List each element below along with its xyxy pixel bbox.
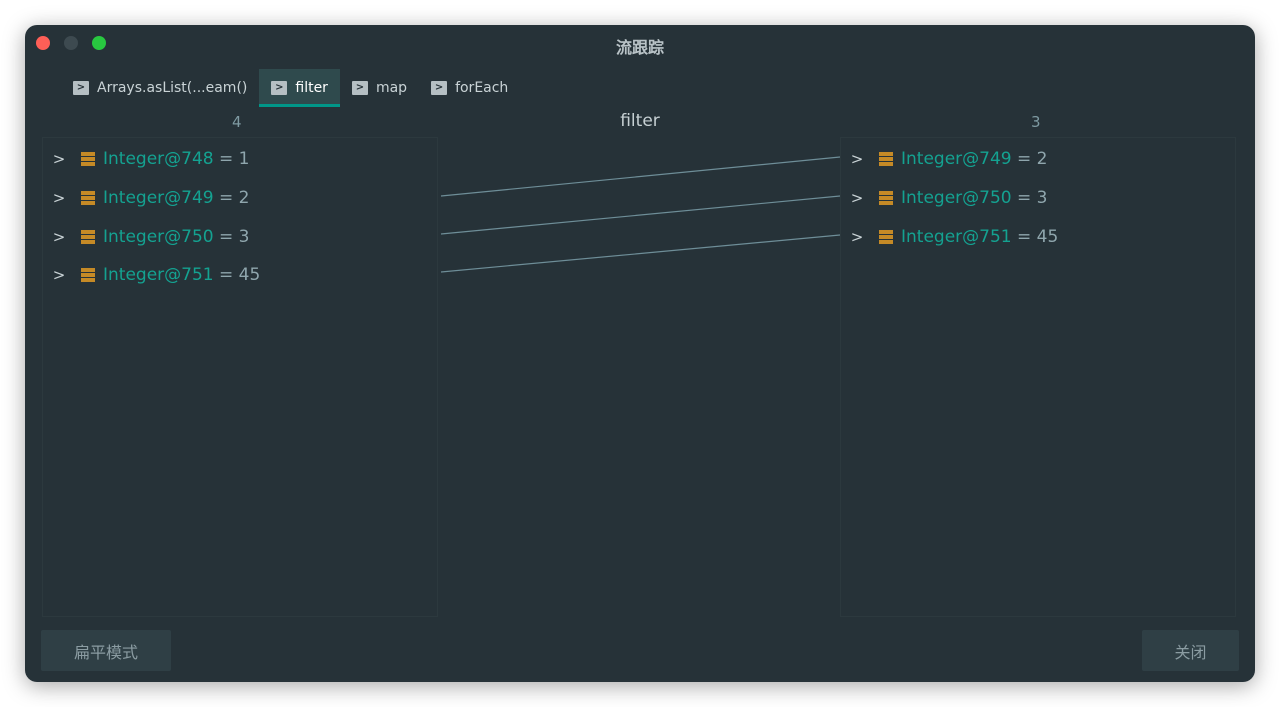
play-icon: > bbox=[351, 81, 368, 95]
mapping-line bbox=[440, 156, 841, 197]
item-name: Integer@751 bbox=[103, 265, 214, 285]
item-name: Integer@750 bbox=[103, 227, 214, 247]
tab-arrays-aslist[interactable]: > Arrays.asList(...eam() bbox=[61, 69, 259, 107]
input-values-panel: > Integer@748 = 1 > Integer@749 = 2 > In… bbox=[42, 137, 438, 617]
tab-foreach[interactable]: > forEach bbox=[419, 69, 520, 107]
object-icon bbox=[81, 191, 95, 205]
tree-item[interactable]: > Integer@749 = 2 bbox=[841, 146, 1048, 172]
close-button[interactable]: 关闭 bbox=[1142, 630, 1239, 671]
tree-item[interactable]: > Integer@749 = 2 bbox=[43, 185, 250, 211]
tree-item[interactable]: > Integer@750 = 3 bbox=[841, 185, 1048, 211]
chevron-right-icon[interactable]: > bbox=[51, 189, 67, 207]
item-name: Integer@749 bbox=[901, 149, 1012, 169]
item-value: = 1 bbox=[213, 149, 250, 169]
mapping-line bbox=[440, 234, 841, 273]
tree-item[interactable]: > Integer@751 = 45 bbox=[841, 224, 1059, 250]
output-values-panel: > Integer@749 = 2 > Integer@750 = 3 > In… bbox=[840, 137, 1236, 617]
output-count: 3 bbox=[1031, 113, 1041, 131]
flat-mode-button[interactable]: 扁平模式 bbox=[41, 630, 171, 671]
mapping-line bbox=[440, 195, 841, 235]
chevron-right-icon[interactable]: > bbox=[849, 189, 865, 207]
stage-title: filter bbox=[620, 111, 660, 131]
item-name: Integer@750 bbox=[901, 188, 1012, 208]
item-value: = 45 bbox=[1011, 227, 1059, 247]
tab-label: forEach bbox=[455, 80, 509, 96]
object-icon bbox=[879, 191, 893, 205]
object-icon bbox=[81, 152, 95, 166]
play-icon: > bbox=[431, 81, 448, 95]
play-icon: > bbox=[271, 81, 288, 95]
title-bar: 流跟踪 bbox=[25, 25, 1255, 63]
chevron-right-icon[interactable]: > bbox=[51, 150, 67, 168]
window-title: 流跟踪 bbox=[615, 38, 664, 57]
item-name: Integer@751 bbox=[901, 227, 1012, 247]
chevron-right-icon[interactable]: > bbox=[51, 228, 67, 246]
item-value: = 45 bbox=[213, 265, 261, 285]
tree-item[interactable]: > Integer@750 = 3 bbox=[43, 224, 250, 250]
stream-trace-window: 流跟踪 > Arrays.asList(...eam() > filter > … bbox=[25, 25, 1255, 682]
stream-op-tabs: > Arrays.asList(...eam() > filter > map … bbox=[61, 69, 520, 107]
tab-label: Arrays.asList(...eam() bbox=[97, 80, 248, 96]
object-icon bbox=[879, 230, 893, 244]
tab-label: filter bbox=[295, 80, 328, 96]
object-icon bbox=[879, 152, 893, 166]
item-value: = 3 bbox=[1011, 188, 1048, 208]
chevron-right-icon[interactable]: > bbox=[849, 228, 865, 246]
item-value: = 2 bbox=[1011, 149, 1048, 169]
item-name: Integer@748 bbox=[103, 149, 214, 169]
chevron-right-icon[interactable]: > bbox=[51, 266, 67, 284]
item-name: Integer@749 bbox=[103, 188, 214, 208]
tab-label: map bbox=[375, 80, 408, 96]
tab-map[interactable]: > map bbox=[340, 69, 419, 107]
item-value: = 3 bbox=[213, 227, 250, 247]
play-icon: > bbox=[73, 81, 89, 95]
tree-item[interactable]: > Integer@748 = 1 bbox=[43, 146, 250, 172]
tab-filter[interactable]: > filter bbox=[259, 69, 340, 107]
object-icon bbox=[81, 230, 95, 244]
chevron-right-icon[interactable]: > bbox=[849, 150, 865, 168]
item-value: = 2 bbox=[213, 188, 250, 208]
object-icon bbox=[81, 268, 95, 282]
tree-item[interactable]: > Integer@751 = 45 bbox=[43, 262, 261, 288]
